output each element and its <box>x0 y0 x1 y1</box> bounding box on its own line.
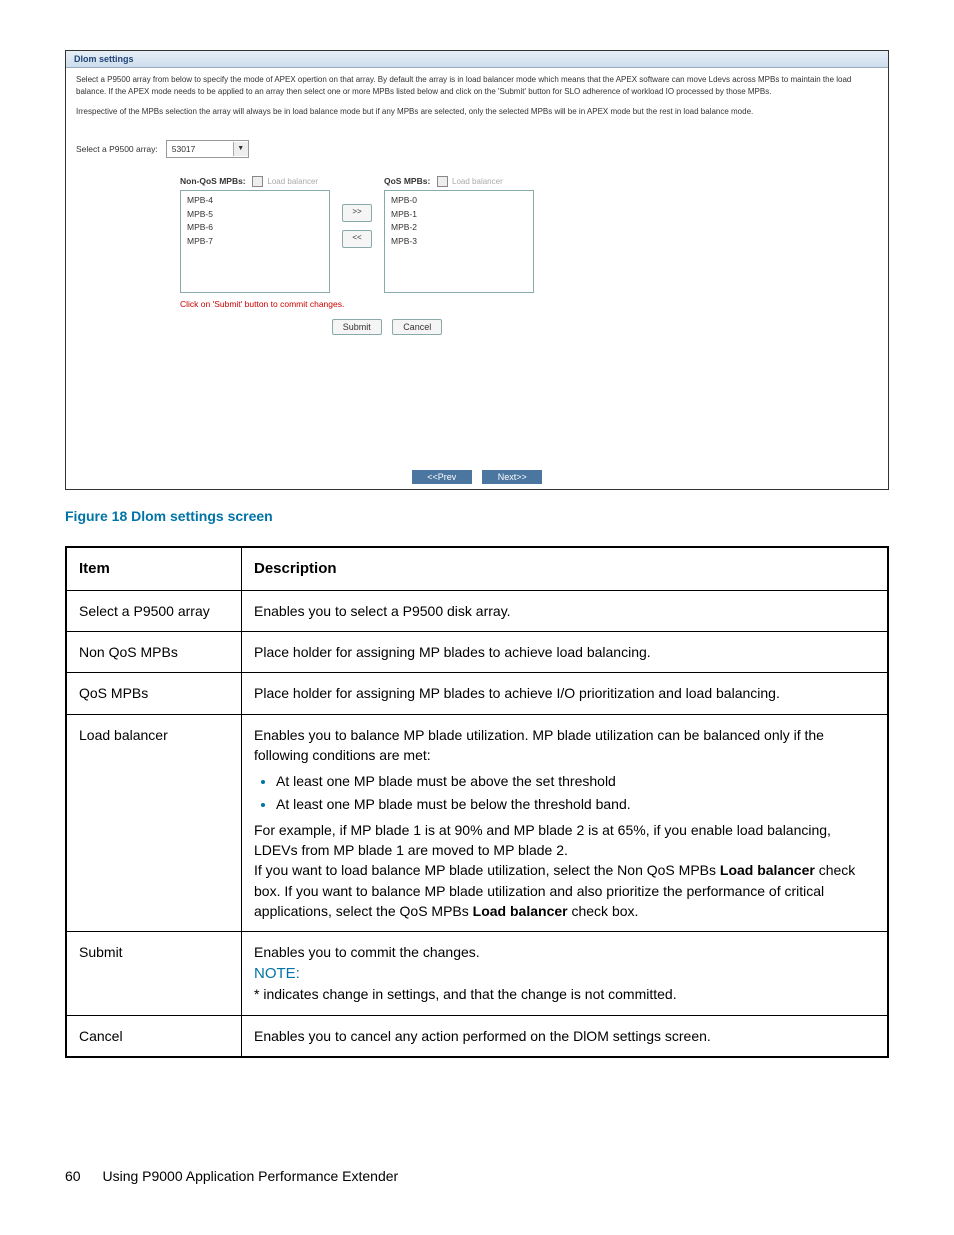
table-row: Load balancer Enables you to balance MP … <box>66 714 888 932</box>
cell-item: QoS MPBs <box>66 673 242 714</box>
nonqos-lb-text: Load balancer <box>267 177 318 186</box>
instruction-text-1: Select a P9500 array from below to speci… <box>66 68 888 100</box>
chevron-down-icon[interactable]: ▼ <box>233 142 248 156</box>
qos-label: QoS MPBs: <box>384 176 430 186</box>
commit-note: Click on 'Submit' button to commit chang… <box>180 299 878 309</box>
cell-desc: Place holder for assigning MP blades to … <box>242 632 889 673</box>
description-table: Item Description Select a P9500 array En… <box>65 546 889 1058</box>
list-item[interactable]: MPB-5 <box>187 208 323 222</box>
table-row: Cancel Enables you to cancel any action … <box>66 1015 888 1057</box>
submit-button[interactable]: Submit <box>332 319 382 335</box>
array-combobox[interactable]: 53017 ▼ <box>166 140 249 158</box>
nonqos-listbox[interactable]: MPB-4 MPB-5 MPB-6 MPB-7 <box>180 190 330 293</box>
cell-desc: Enables you to commit the changes. NOTE:… <box>242 932 889 1015</box>
list-item[interactable]: MPB-7 <box>187 235 323 249</box>
condition-item: At least one MP blade must be above the … <box>276 771 875 791</box>
cell-item: Non QoS MPBs <box>66 632 242 673</box>
next-button[interactable]: Next>> <box>482 470 542 484</box>
nonqos-label: Non-QoS MPBs: <box>180 176 246 186</box>
table-row: Submit Enables you to commit the changes… <box>66 932 888 1015</box>
prev-button[interactable]: <<Prev <box>412 470 472 484</box>
qos-listbox[interactable]: MPB-0 MPB-1 MPB-2 MPB-3 <box>384 190 534 293</box>
qos-lb-text: Load balancer <box>452 177 503 186</box>
list-item[interactable]: MPB-4 <box>187 194 323 208</box>
cancel-button[interactable]: Cancel <box>392 319 442 335</box>
dlom-settings-screenshot: Dlom settings Select a P9500 array from … <box>65 50 889 490</box>
cell-desc: Enables you to cancel any action perform… <box>242 1015 889 1057</box>
list-item[interactable]: MPB-2 <box>391 221 527 235</box>
condition-item: At least one MP blade must be below the … <box>276 794 875 814</box>
select-array-label: Select a P9500 array: <box>76 144 158 154</box>
instruction-text-2: Irrespective of the MPBs selection the a… <box>66 100 888 120</box>
list-item[interactable]: MPB-6 <box>187 221 323 235</box>
footer-title: Using P9000 Application Performance Exte… <box>102 1168 398 1184</box>
list-item[interactable]: MPB-0 <box>391 194 527 208</box>
table-header-item: Item <box>66 547 242 590</box>
move-left-button[interactable]: << <box>342 230 372 248</box>
nonqos-loadbalancer-checkbox[interactable] <box>252 176 263 187</box>
table-header-desc: Description <box>242 547 889 590</box>
page-footer: 60 Using P9000 Application Performance E… <box>65 1168 889 1184</box>
array-combobox-value: 53017 <box>167 144 233 154</box>
table-row: Select a P9500 array Enables you to sele… <box>66 590 888 631</box>
cell-item: Submit <box>66 932 242 1015</box>
cell-item: Load balancer <box>66 714 242 932</box>
cell-item: Select a P9500 array <box>66 590 242 631</box>
cell-desc: Enables you to balance MP blade utilizat… <box>242 714 889 932</box>
note-label: NOTE: <box>254 963 875 985</box>
list-item[interactable]: MPB-3 <box>391 235 527 249</box>
figure-caption: Figure 18 Dlom settings screen <box>65 508 889 524</box>
list-item[interactable]: MPB-1 <box>391 208 527 222</box>
cell-item: Cancel <box>66 1015 242 1057</box>
table-row: Non QoS MPBs Place holder for assigning … <box>66 632 888 673</box>
qos-loadbalancer-checkbox[interactable] <box>437 176 448 187</box>
page-number: 60 <box>65 1168 81 1184</box>
panel-title: Dlom settings <box>66 51 888 68</box>
cell-desc: Enables you to select a P9500 disk array… <box>242 590 889 631</box>
table-row: QoS MPBs Place holder for assigning MP b… <box>66 673 888 714</box>
cell-desc: Place holder for assigning MP blades to … <box>242 673 889 714</box>
move-right-button[interactable]: >> <box>342 204 372 222</box>
